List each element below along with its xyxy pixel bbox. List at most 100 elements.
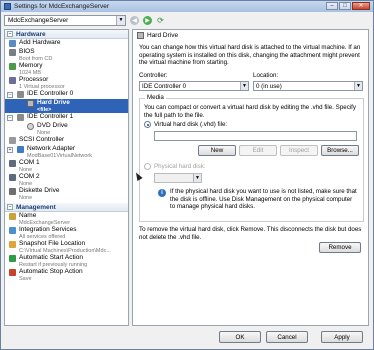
memory-icon [9, 63, 16, 70]
scsi-controller-icon [9, 137, 16, 144]
collapse-icon[interactable]: – [7, 204, 13, 210]
browse-button[interactable]: Browse... [321, 145, 359, 156]
tree-item-label: Snapshot File Location [19, 240, 86, 247]
tree-item-label: DVD Drive [37, 122, 68, 129]
tree-item-scsi-controller[interactable]: SCSI Controller [5, 136, 128, 145]
management-section-header[interactable]: – Management [5, 203, 128, 212]
bios-icon [9, 49, 16, 56]
tree-item-label: Processor [19, 76, 49, 83]
tree-item-automatic-start-action[interactable]: Automatic Start Action Restart if previou… [5, 254, 128, 268]
tree-item-bios[interactable]: BIOS Boot from CD [5, 48, 128, 62]
tree-item-label: COM 1 [19, 159, 40, 166]
tree-item-name[interactable]: Name MdcExchangeServer [5, 212, 128, 226]
vhd-radio[interactable] [144, 121, 151, 128]
physical-radio-label: Physical hard disk: [154, 163, 206, 170]
tree-item-snapshot-file-location[interactable]: Snapshot File Location C:\Virtual Machine… [5, 240, 128, 254]
controller-label: Controller: [139, 72, 168, 79]
tree-item-label: Memory [19, 62, 43, 69]
hard-drive-panel: Hard Drive You can change how this virtu… [132, 29, 369, 326]
vhd-path-input[interactable] [154, 131, 357, 141]
tree-item-label: Integration Services [19, 226, 77, 233]
chevron-down-icon: ▼ [193, 174, 201, 182]
location-select[interactable]: 0 (in use) ▼ [253, 81, 363, 91]
vhd-radio-row[interactable]: Virtual hard disk (.vhd) file: [144, 121, 227, 128]
network-adapter-icon [17, 146, 24, 153]
tree-item-label: IDE Controller 0 [27, 90, 74, 97]
minimize-button[interactable]: – [326, 2, 338, 10]
dvd-drive-icon [27, 123, 34, 130]
panel-title: Hard Drive [147, 31, 179, 39]
tree-item-network-adapter[interactable]: + Network Adapter ModBase01VirtualNetwork [5, 145, 128, 159]
maximize-button[interactable]: □ [339, 2, 351, 10]
new-button[interactable]: New [198, 145, 236, 156]
physical-radio[interactable] [144, 163, 151, 170]
remove-button[interactable]: Remove [319, 242, 361, 253]
settings-tree: – Hardware Add Hardware BIOS Boot from CD… [4, 29, 129, 326]
name-icon [9, 213, 16, 220]
physical-disk-select: ▼ [154, 173, 202, 183]
tree-item-label: COM 2 [19, 173, 40, 180]
panel-header: Hard Drive [133, 30, 368, 40]
tree-item-label: Automatic Start Action [19, 254, 83, 261]
tree-item-com-2[interactable]: COM 2 None [5, 173, 128, 187]
tree-item-add-hardware[interactable]: Add Hardware [5, 39, 128, 48]
edit-button: Edit [239, 145, 277, 156]
collapse-icon[interactable]: – [7, 92, 13, 98]
tree-item-sub: Save [19, 275, 32, 282]
forward-arrow-icon[interactable]: ▶ [143, 15, 152, 25]
tree-item-label: Diskette Drive [19, 187, 60, 194]
tree-item-label: SCSI Controller [19, 136, 65, 143]
tree-item-dvd-drive[interactable]: DVD Drive None [5, 122, 128, 136]
expand-icon[interactable]: + [7, 147, 13, 153]
chevron-down-icon: ▼ [354, 82, 362, 90]
media-text: You can compact or convert a virtual har… [144, 104, 356, 119]
tree-item-ide-controller-1[interactable]: – IDE Controller 1 [5, 113, 128, 122]
apply-button[interactable]: Apply [321, 331, 363, 343]
chevron-down-icon: ▼ [116, 15, 125, 25]
tree-item-diskette-drive[interactable]: Diskette Drive None [5, 187, 128, 201]
tree-item-integration-services[interactable]: Integration Services All services offered [5, 226, 128, 240]
tree-item-label: BIOS [19, 48, 35, 55]
back-arrow-icon[interactable]: ◀ [130, 15, 139, 25]
ok-button[interactable]: OK [219, 331, 261, 343]
media-group-title: Media [145, 94, 166, 101]
window-title: Settings for MdcExchangeServer [14, 3, 110, 10]
location-label: Location: [253, 72, 279, 79]
vhd-radio-label: Virtual hard disk (.vhd) file: [154, 121, 228, 128]
tree-item-label: Network Adapter [27, 145, 76, 152]
ide-controller-icon [17, 91, 24, 98]
chevron-down-icon: ▼ [240, 82, 248, 90]
collapse-icon[interactable]: – [7, 31, 13, 37]
com-port-icon [9, 174, 16, 181]
management-section-label: Management [16, 203, 56, 211]
tree-item-label: Automatic Stop Action [19, 268, 83, 275]
vm-selector[interactable]: MdcExchangeServer ▼ [4, 14, 126, 26]
settings-window: Settings for MdcExchangeServer – □ ✕ Mdc… [0, 0, 374, 350]
tree-item-memory[interactable]: Memory 1024 MB [5, 62, 128, 76]
hardware-section-header[interactable]: – Hardware [5, 30, 128, 39]
hardware-section-label: Hardware [16, 30, 46, 38]
cancel-button[interactable]: Cancel [266, 331, 308, 343]
tree-item-com-1[interactable]: COM 1 None [5, 159, 128, 173]
title-bar: Settings for MdcExchangeServer – □ ✕ [1, 1, 373, 12]
refresh-icon[interactable]: ⟳ [156, 16, 165, 25]
tree-item-processor[interactable]: Processor 1 Virtual processor [5, 76, 128, 90]
stop-action-icon [9, 269, 16, 276]
tree-item-label: Hard Drive [37, 99, 70, 106]
tree-item-automatic-stop-action[interactable]: Automatic Stop Action Save [5, 268, 128, 282]
inspect-button: Inspect [280, 145, 318, 156]
processor-icon [9, 77, 16, 84]
tree-item-hard-drive[interactable]: Hard Drive <file> [5, 99, 128, 113]
hard-drive-icon [137, 31, 144, 39]
tree-item-sub: None [19, 194, 33, 201]
tree-item-ide-controller-0[interactable]: – IDE Controller 0 [5, 90, 128, 99]
snapshot-folder-icon [9, 241, 16, 248]
controller-select[interactable]: IDE Controller 0 ▼ [139, 81, 249, 91]
vm-selector-value: MdcExchangeServer [8, 16, 69, 24]
collapse-icon[interactable]: – [7, 115, 13, 121]
close-button[interactable]: ✕ [352, 2, 370, 10]
com-port-icon [9, 160, 16, 167]
physical-radio-row[interactable]: Physical hard disk: [144, 163, 206, 170]
hard-drive-icon [27, 100, 34, 107]
window-icon [4, 3, 11, 10]
